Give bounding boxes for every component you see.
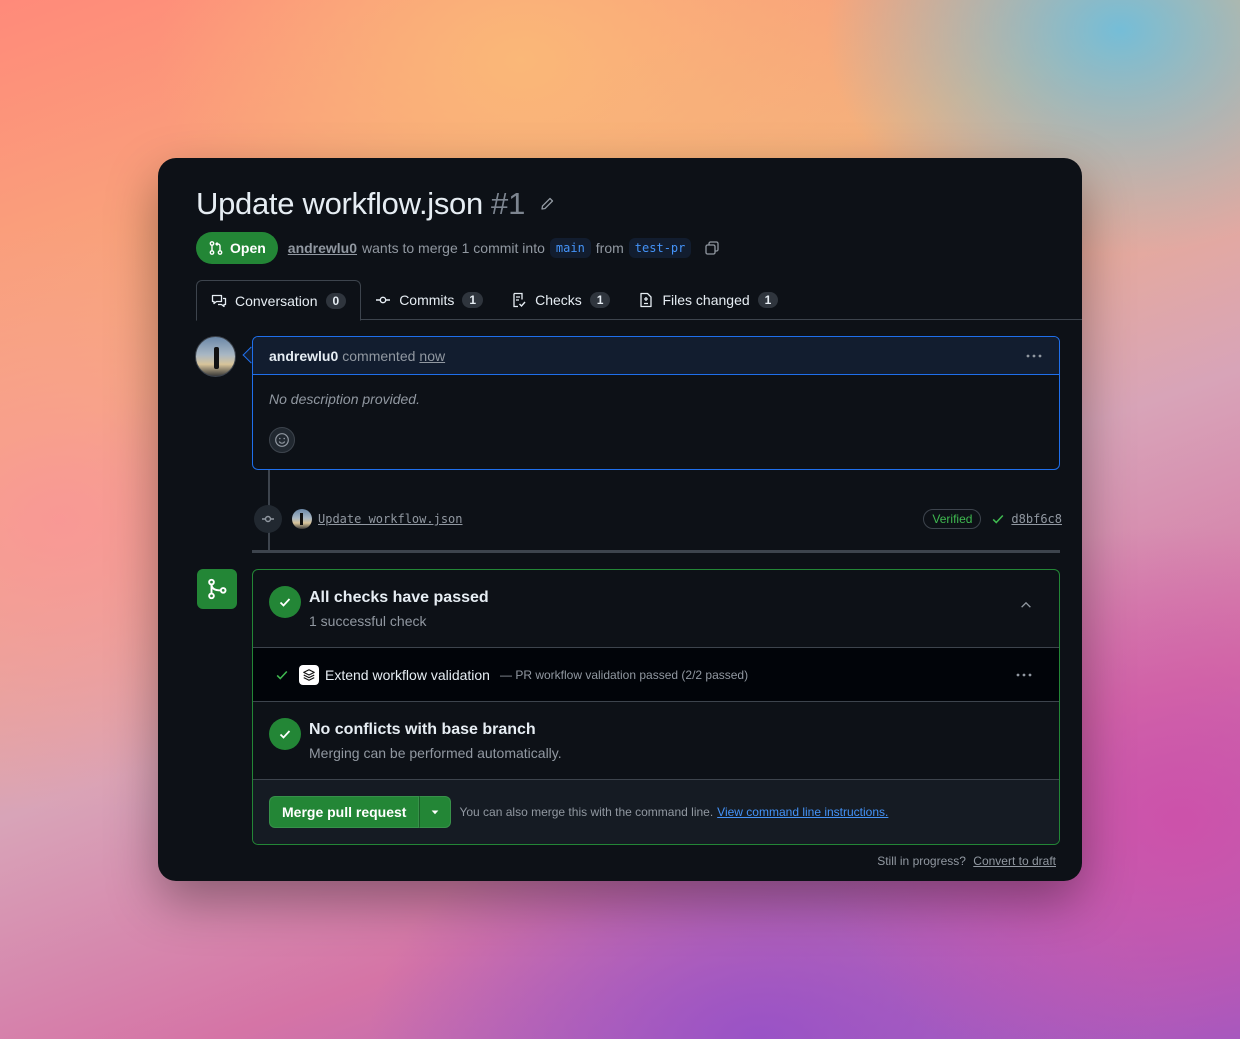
pull-request-card: Update workflow.json #1 Open andrewlu0 w… [158,158,1082,881]
check-description: — PR workflow validation passed (2/2 pas… [499,667,749,682]
merge-box: All checks have passed 1 successful chec… [252,569,1060,845]
tab-counter: 1 [462,292,484,308]
commit-sha-link[interactable]: d8bf6c8 [1011,512,1062,526]
checks-title: All checks have passed [309,589,489,606]
convert-to-draft-link[interactable]: Convert to draft [973,854,1056,868]
comment-time[interactable]: now [419,348,445,364]
conflicts-title: No conflicts with base branch [309,721,536,738]
check-icon[interactable] [991,512,1005,526]
check-name: Extend workflow validation [325,666,490,683]
kebab-horizontal-icon[interactable] [1025,348,1043,364]
check-circle-icon [269,718,301,750]
tab-counter: 0 [325,292,347,309]
merge-text: wants to merge 1 commit into [362,240,545,256]
state-label: Open [230,240,266,256]
check-icon [275,668,289,682]
checks-section[interactable]: All checks have passed 1 successful chec… [253,570,1059,648]
comment-author[interactable]: andrewlu0 [269,348,338,364]
from-text: from [595,240,624,256]
draft-row: Still in progress? Convert to draft [877,854,1056,868]
merge-pull-request-button[interactable]: Merge pull request [269,796,420,828]
pr-number: #1 [490,186,526,221]
check-item[interactable]: Extend workflow validation — PR workflow… [253,648,1059,702]
tab-label: Commits [399,292,455,308]
smiley-icon[interactable] [269,427,295,453]
draft-prompt: Still in progress? [877,854,966,868]
avatar[interactable] [292,509,312,529]
check-circle-icon [269,586,301,618]
commit-row: Update workflow.json Verified d8bf6c8 [254,504,1062,534]
cli-text: You can also merge this with the command… [459,805,714,819]
head-branch[interactable]: test-pr [628,238,692,258]
state-badge: Open [196,232,278,264]
timeline-separator [252,550,1060,553]
pr-meta-row: Open andrewlu0 wants to merge 1 commit i… [196,232,720,264]
chevron-up-icon[interactable] [1019,598,1033,612]
pencil-icon[interactable] [539,196,555,212]
commit-message-link[interactable]: Update workflow.json [318,512,463,526]
comment-header: andrewlu0 commented now [253,337,1059,375]
tab-conversation[interactable]: Conversation 0 [196,280,362,321]
git-commit-icon [254,505,282,533]
avatar[interactable] [195,336,236,377]
tab-label: Checks [535,292,582,308]
tab-files-changed[interactable]: Files changed 1 [624,280,792,320]
tab-label: Files changed [662,292,750,308]
merge-button-group: Merge pull request [269,796,452,828]
git-merge-icon [197,569,237,609]
checks-subtitle: 1 successful check [309,613,427,629]
comment-box: andrewlu0 commented now No description p… [252,336,1060,470]
comment-body: No description provided. [269,391,420,407]
pr-title-row: Update workflow.json #1 [196,186,555,222]
app-logo-icon [299,664,319,685]
checklist-icon [511,292,527,308]
tab-counter: 1 [757,292,779,308]
comment-action: commented [342,347,416,364]
conflicts-subtitle: Merging can be performed automatically. [309,745,562,761]
tab-label: Conversation [235,292,318,309]
triangle-down-icon[interactable] [419,796,452,828]
conflicts-section: No conflicts with base branch Merging ca… [253,702,1059,780]
pr-tabs: Conversation 0 Commits 1 Checks 1 Files … [196,280,1082,321]
pr-title: Update workflow.json [196,186,483,221]
cli-instructions-link[interactable]: View command line instructions. [717,805,888,819]
kebab-horizontal-icon[interactable] [1015,667,1033,683]
tab-checks[interactable]: Checks 1 [497,280,624,320]
verified-badge[interactable]: Verified [923,509,982,529]
git-pull-request-icon [208,240,224,256]
copy-icon[interactable] [704,240,720,256]
tab-commits[interactable]: Commits 1 [361,280,497,320]
comment-discussion-icon [211,293,227,309]
git-commit-icon [375,292,391,308]
file-diff-icon [638,292,654,308]
base-branch[interactable]: main [549,238,591,258]
merge-footer: Merge pull request You can also merge th… [253,780,1059,844]
pr-author-link[interactable]: andrewlu0 [288,240,357,256]
tab-counter: 1 [589,292,611,308]
